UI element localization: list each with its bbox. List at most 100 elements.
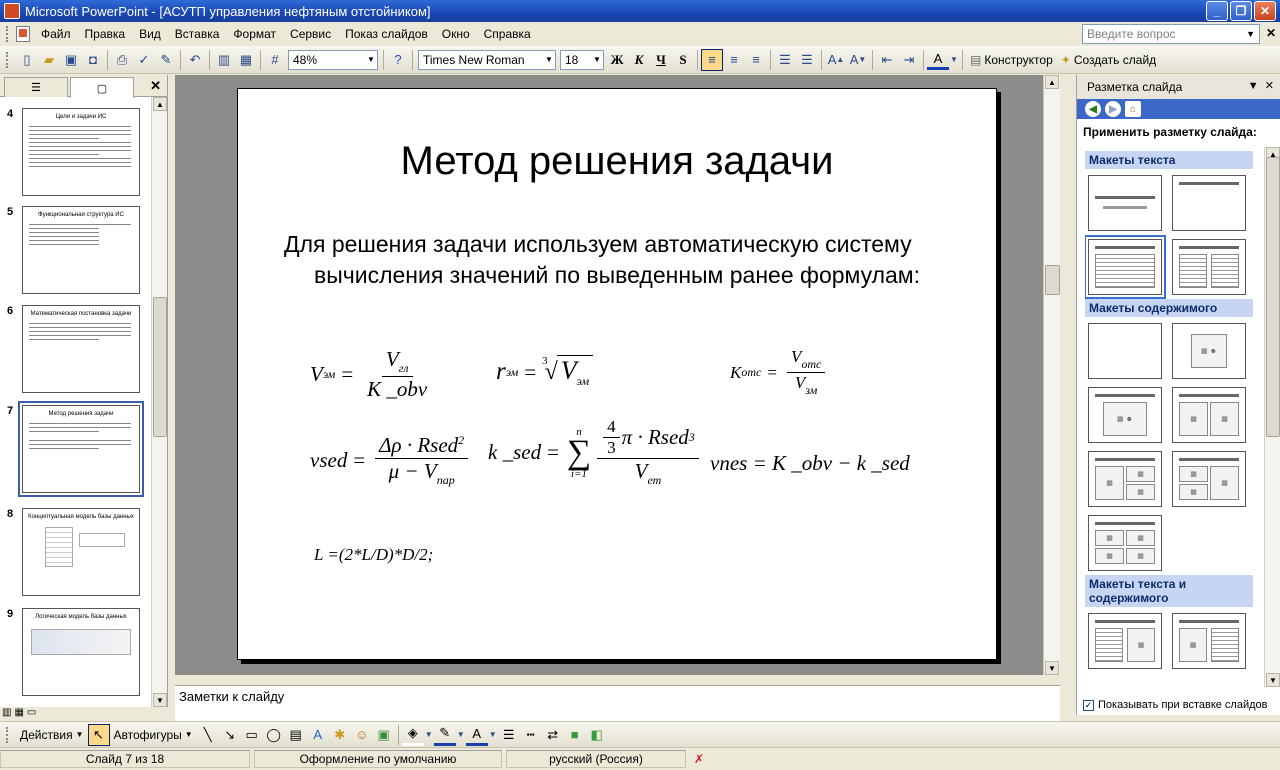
font-color-icon[interactable]: A — [927, 50, 949, 70]
decrease-indent-icon[interactable]: ⇤ — [876, 49, 898, 71]
italic-button[interactable]: К — [628, 49, 650, 71]
line-style-icon[interactable]: ☰ — [498, 724, 520, 746]
bullets-icon[interactable]: ☰ — [796, 49, 818, 71]
home-icon[interactable]: ⌂ — [1125, 101, 1141, 117]
actions-menu-button[interactable]: Действия ▼ — [16, 728, 88, 742]
format-painter-icon[interactable]: ✎ — [155, 49, 177, 71]
layout-title-text[interactable] — [1085, 235, 1166, 299]
layout-content[interactable]: ▦ ☻ — [1172, 323, 1246, 379]
select-arrow-icon[interactable]: ↖ — [87, 723, 110, 746]
menu-help[interactable]: Справка — [477, 23, 538, 45]
help-icon[interactable]: ? — [387, 49, 409, 71]
chevron-down-icon[interactable]: ▼ — [949, 49, 959, 71]
toolbar-grip[interactable] — [6, 726, 12, 743]
line-icon[interactable]: ╲ — [197, 724, 219, 746]
align-right-icon[interactable]: ≡ — [745, 49, 767, 71]
thumbnails-scrollbar[interactable]: ▲ ▼ — [151, 97, 167, 707]
slide-canvas[interactable]: Метод решения задачи Для решения задачи … — [237, 88, 997, 660]
layout-text-content[interactable]: ▦ — [1088, 613, 1162, 669]
menu-file[interactable]: Файл — [34, 23, 78, 45]
formula-v-em[interactable]: Vэм = Vгл K _obv — [310, 347, 435, 402]
editor-scrollbar[interactable]: ▲ ▼ — [1043, 75, 1060, 675]
chevron-down-icon[interactable]: ▼ — [1246, 25, 1255, 43]
chevron-down-icon[interactable]: ▼ — [456, 724, 466, 746]
zoom-select[interactable]: 48% ▼ — [288, 49, 378, 70]
layout-title-two-content[interactable]: ▦ ▦ — [1172, 387, 1246, 443]
align-center-icon[interactable]: ≡ — [723, 49, 745, 71]
permission-icon[interactable]: ◘ — [82, 49, 104, 71]
forward-icon[interactable]: ▶ — [1105, 101, 1121, 117]
layouts-scrollbar[interactable]: ▲ ▼ — [1264, 147, 1280, 687]
menu-tools[interactable]: Сервис — [283, 23, 338, 45]
layout-title-two-content-one[interactable]: ▦ ▦ ▦ — [1172, 451, 1246, 507]
formula-k-ots[interactable]: Kотс = Vотс Vзм — [730, 347, 829, 398]
scroll-down-icon[interactable]: ▼ — [1266, 673, 1280, 687]
toolbar-grip[interactable] — [6, 26, 12, 42]
textbox-icon[interactable]: ▤ — [285, 724, 307, 746]
line-color-icon[interactable]: ✎ — [433, 724, 456, 746]
dash-style-icon[interactable]: ┅ — [520, 724, 542, 746]
font-size-select[interactable]: 18 ▼ — [560, 49, 604, 70]
text-color-icon[interactable]: A — [465, 724, 488, 746]
undo-icon[interactable]: ↶ — [184, 49, 206, 71]
increase-font-icon[interactable]: A ▲ — [825, 49, 847, 71]
chevron-down-icon[interactable]: ▼ — [365, 51, 377, 69]
chevron-down-icon[interactable]: ▼ — [488, 724, 498, 746]
notes-pane[interactable]: Заметки к слайду — [175, 685, 1060, 721]
normal-view-icon[interactable]: ▥ — [2, 707, 11, 721]
decrease-font-icon[interactable]: A ▼ — [847, 49, 869, 71]
increase-indent-icon[interactable]: ⇥ — [898, 49, 920, 71]
layout-title-content-two[interactable]: ▦ ▦ ▦ — [1088, 451, 1162, 507]
new-slide-button[interactable]: ✦ Создать слайд — [1057, 53, 1160, 67]
wordart-icon[interactable]: A — [307, 724, 329, 746]
slide-thumbnail[interactable]: Концептуальная модель базы данных — [22, 508, 140, 596]
close-button[interactable]: ✕ — [1254, 1, 1276, 21]
autoshapes-menu-button[interactable]: Автофигуры ▼ — [110, 728, 197, 742]
rectangle-icon[interactable]: ▭ — [241, 724, 263, 746]
insert-chart-icon[interactable]: ▥ — [213, 49, 235, 71]
formula-l[interactable]: L =(2*L/D)*D/2; — [314, 545, 433, 565]
scroll-thumb[interactable] — [1266, 157, 1280, 437]
scroll-down-icon[interactable]: ▼ — [153, 693, 167, 707]
close-icon[interactable]: ✕ — [150, 78, 161, 94]
designer-button[interactable]: ▤ Конструктор — [966, 53, 1057, 67]
minimize-button[interactable]: _ — [1206, 1, 1228, 21]
slide-thumbnail-selected[interactable]: Метод решения задачи — [18, 401, 144, 497]
menu-slideshow[interactable]: Показ слайдов — [338, 23, 435, 45]
layout-blank[interactable] — [1088, 323, 1162, 379]
menu-format[interactable]: Формат — [226, 23, 283, 45]
clipart-icon[interactable]: ☺ — [351, 724, 373, 746]
slide-thumbnail[interactable]: Цели и задачи ИС — [22, 108, 140, 196]
open-folder-icon[interactable]: ▰ — [38, 49, 60, 71]
slide-sorter-icon[interactable]: ▦ — [14, 707, 23, 721]
tab-slides[interactable]: ▢ — [70, 77, 134, 98]
arrow-icon[interactable]: ↘ — [219, 724, 241, 746]
numbering-icon[interactable]: ☰ — [774, 49, 796, 71]
scroll-down-icon[interactable]: ▼ — [1045, 661, 1059, 675]
menu-window[interactable]: Окно — [435, 23, 477, 45]
formula-r-em[interactable]: r эм = 3 √ Vэм — [496, 355, 594, 389]
grid-icon[interactable]: # — [264, 49, 286, 71]
bold-button[interactable]: Ж — [606, 49, 628, 71]
document-close-icon[interactable]: ✕ — [1266, 26, 1276, 40]
formula-k-sed[interactable]: k _sed = n ∑ i=1 43 π · Rsed 3 Vет — [488, 417, 703, 488]
spelling-icon[interactable]: ✓ — [133, 49, 155, 71]
help-search-input[interactable]: Введите вопрос ▼ — [1082, 24, 1260, 44]
arrow-style-icon[interactable]: ⇄ — [542, 724, 564, 746]
slide-thumbnail[interactable]: Функциональная структура ИС — [22, 206, 140, 294]
slide-title[interactable]: Метод решения задачи — [238, 139, 996, 184]
picture-icon[interactable]: ▣ — [373, 724, 395, 746]
save-icon[interactable]: ▣ — [60, 49, 82, 71]
menu-edit[interactable]: Правка — [78, 23, 133, 45]
insert-table-icon[interactable]: ▦ — [235, 49, 257, 71]
menu-view[interactable]: Вид — [132, 23, 168, 45]
scroll-thumb[interactable] — [153, 297, 167, 437]
document-icon[interactable] — [16, 26, 30, 42]
back-icon[interactable]: ◀ — [1085, 101, 1101, 117]
slide-thumbnail[interactable]: Математическая постановка задачи — [22, 305, 140, 393]
layout-two-columns[interactable] — [1172, 239, 1246, 295]
chevron-down-icon[interactable]: ▼ — [591, 51, 603, 69]
oval-icon[interactable]: ◯ — [263, 724, 285, 746]
layout-content-text[interactable]: ▦ — [1172, 613, 1246, 669]
shadow-style-icon[interactable]: ■ — [564, 724, 586, 746]
